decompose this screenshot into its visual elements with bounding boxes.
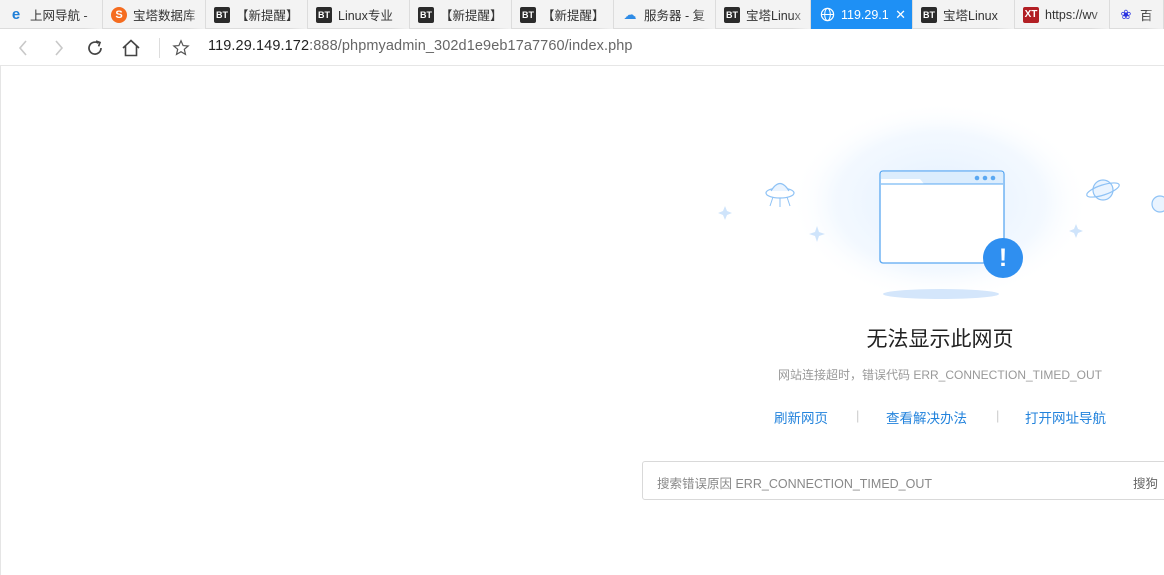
search-input[interactable]: 搜索错误原因 ERR_CONNECTION_TIMED_OUT	[657, 473, 932, 492]
browser-tab[interactable]: BT 【新提醒】	[206, 0, 308, 29]
ufo-icon	[765, 182, 795, 207]
toolbar-divider	[159, 38, 160, 58]
tab-fade	[792, 0, 810, 29]
refresh-page-link[interactable]: 刷新网页	[774, 407, 828, 427]
reload-icon	[88, 40, 102, 55]
tab-strip: e 上网导航 - S 宝塔数据库 BT 【新提醒】 BT Linux专业 BT 【新提醒】 BT 【新…	[0, 0, 1164, 29]
tab-fade	[84, 0, 102, 29]
star-icon	[172, 39, 190, 56]
browser-tab[interactable]: XT https://wv	[1015, 0, 1110, 29]
browser-tab[interactable]: BT Linux专业	[308, 0, 410, 29]
window-shadow	[883, 289, 999, 299]
xt-icon: XT	[1023, 6, 1039, 23]
browser-tab[interactable]: ❀百	[1110, 0, 1164, 29]
browser-tab[interactable]: ☁ 服务器 - 复	[614, 0, 716, 29]
reload-button[interactable]	[84, 37, 106, 59]
browser-tab[interactable]: e 上网导航 -	[0, 0, 103, 29]
offline-illustration: !	[718, 102, 1164, 302]
exclamation-mark: !	[999, 244, 1007, 272]
url-host: 119.29.149.172	[208, 38, 310, 54]
globe-icon	[819, 7, 835, 23]
baidu-paw-icon: ❀	[1120, 6, 1132, 22]
home-button[interactable]	[120, 37, 142, 59]
close-tab-icon[interactable]: ✕	[895, 7, 906, 23]
sogou-search-button[interactable]: 搜狗	[1133, 473, 1158, 492]
error-title: 无法显示此网页	[866, 328, 1014, 351]
browser-window: e 上网导航 - S 宝塔数据库 BT 【新提醒】 BT Linux专业 BT 【新提醒】 BT 【新…	[0, 0, 1164, 575]
action-separator: |	[996, 408, 1000, 423]
cloud-icon: ☁	[623, 6, 637, 22]
planet-icon	[1086, 179, 1120, 201]
url-path: :888/phpmyadmin_302d1e9eb17a7760/index.p…	[309, 38, 633, 54]
sogou-icon: S	[111, 6, 127, 23]
bt-icon: BT	[724, 6, 740, 23]
planet-partial-icon	[1151, 195, 1164, 213]
bt-icon: BT	[214, 6, 230, 23]
page-left-border	[0, 66, 1, 575]
action-separator: |	[856, 408, 860, 423]
sparkle-icon	[718, 206, 732, 220]
tab-fade	[289, 0, 307, 29]
tab-fade	[493, 0, 511, 29]
chevron-left-icon	[18, 40, 27, 56]
tab-fade	[187, 0, 205, 29]
bt-icon: BT	[418, 6, 434, 23]
bt-icon: BT	[921, 6, 937, 23]
error-description: 网站连接超时，错误代码 ERR_CONNECTION_TIMED_OUT	[777, 368, 1103, 382]
tab-fade	[595, 0, 613, 29]
browser-tab[interactable]: BT 【新提醒】	[512, 0, 614, 29]
view-solutions-link[interactable]: 查看解决办法	[886, 407, 967, 427]
tab-fade	[996, 0, 1014, 29]
tab-fade	[1145, 0, 1163, 29]
address-bar[interactable]: 119.29.149.172:888/phpmyadmin_302d1e9eb1…	[208, 38, 633, 54]
bt-icon: BT	[520, 6, 536, 23]
ie-e-icon: e	[11, 6, 21, 23]
bt-icon: BT	[316, 6, 332, 23]
browser-tab[interactable]: BT 宝塔Linux	[716, 0, 811, 29]
error-actions: 刷新网页 | 查看解决办法 | 打开网址导航	[760, 407, 1120, 427]
chevron-right-icon	[55, 40, 64, 56]
back-button[interactable]	[12, 37, 34, 59]
browser-tab[interactable]: 119.29.1 ✕	[811, 0, 913, 29]
tab-fade	[391, 0, 409, 29]
browser-tab[interactable]: S 宝塔数据库	[103, 0, 206, 29]
bookmark-button[interactable]	[170, 37, 192, 59]
error-search-box: 搜索错误原因 ERR_CONNECTION_TIMED_OUT 搜狗	[642, 461, 1164, 500]
tab-label: 119.29.1	[841, 7, 889, 22]
forward-button[interactable]	[48, 37, 70, 59]
address-toolbar: 119.29.149.172:888/phpmyadmin_302d1e9eb1…	[0, 29, 1164, 66]
browser-tab[interactable]: BT 宝塔Linux	[913, 0, 1015, 29]
tab-fade	[1091, 0, 1109, 29]
browser-tab[interactable]: BT 【新提醒】	[410, 0, 512, 29]
open-navigation-link[interactable]: 打开网址导航	[1025, 407, 1106, 427]
tab-fade	[697, 0, 715, 29]
error-page: ! 无法显示此网页 网站连接超时，错误代码 ERR_CONNECTION_TIM…	[0, 66, 1164, 575]
home-icon	[122, 39, 140, 57]
